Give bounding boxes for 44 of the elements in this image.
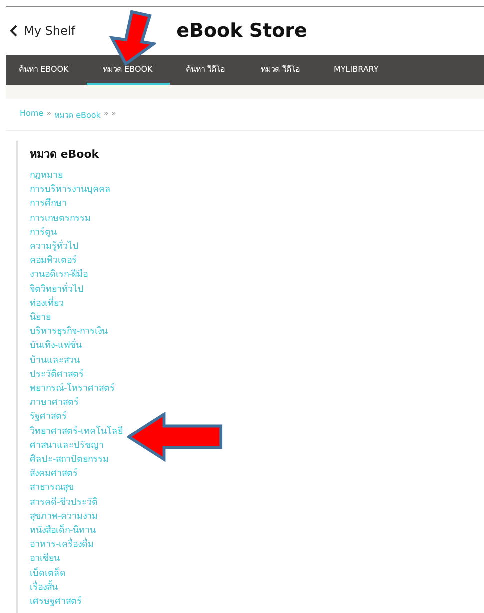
back-link[interactable]: My Shelf (10, 24, 76, 38)
category-link[interactable]: เรื่องสั้น (30, 580, 58, 596)
category-link[interactable]: คอมพิวเตอร์ (30, 254, 77, 268)
category-link[interactable]: ความรู้ทั่วไป (30, 240, 79, 254)
category-link[interactable]: ประวัติศาสตร์ (30, 368, 84, 382)
category-link[interactable]: การบริหารงานบุคคล (30, 183, 111, 198)
breadcrumb-separator: » » (104, 109, 116, 120)
category-link[interactable]: การ์ตูน (30, 226, 57, 240)
nav-tab[interactable]: MYLIBRARY (318, 55, 408, 85)
category-link[interactable]: บันเทิง-แฟชั่น (30, 339, 82, 354)
category-link[interactable]: ท่องเที่ยว (30, 296, 64, 312)
page-title: eBook Store (176, 20, 308, 42)
panel-heading: หมวด eBook (30, 147, 100, 163)
breadcrumb-separator: » (46, 109, 52, 120)
category-link[interactable]: จิตวิทยาทั่วไป (30, 282, 84, 297)
category-link[interactable]: ศิลปะ-สถาปัตยกรรม (30, 453, 110, 468)
breadcrumb-link[interactable]: Home (20, 109, 44, 122)
breadcrumb-link[interactable]: หมวด eBook (54, 109, 101, 122)
category-link[interactable]: สาธารณสุข (30, 481, 74, 496)
category-link[interactable]: สังคมศาสตร์ (30, 467, 78, 482)
chevron-left-icon (10, 25, 18, 37)
category-link[interactable]: รัฐศาสตร์ (30, 410, 67, 425)
arrow-icon (127, 412, 225, 462)
category-link[interactable]: บริหารธุรกิจ-การเงิน (30, 325, 108, 340)
category-link[interactable]: เศรษฐศาสตร์ (30, 595, 82, 610)
category-link[interactable]: อาเซียน (30, 552, 60, 567)
category-link[interactable]: อาหาร-เครื่องดื่ม (30, 538, 94, 552)
nav-tab[interactable]: ค้นหา วีดีโอ (170, 55, 245, 85)
category-link[interactable]: กฎหมาย (30, 169, 63, 184)
category-link[interactable]: นิยาย (30, 311, 51, 326)
category-link[interactable]: สุขภาพ-ความงาม (30, 510, 98, 524)
category-link[interactable]: ภาษาศาสตร์ (30, 396, 79, 410)
nav-tab[interactable]: ค้นหา EBOOK (6, 55, 87, 85)
category-link[interactable]: พยากรณ์-โหราศาสตร์ (30, 382, 116, 396)
category-link[interactable]: งานอดิเรก-ฝีมือ (30, 268, 88, 283)
category-link[interactable]: ศาสนาและปรัชญา (30, 438, 104, 454)
category-link[interactable]: การเกษตรกรรม (30, 212, 91, 226)
category-link[interactable]: การศึกษา (30, 197, 67, 212)
category-link[interactable]: วิทยาศาสตร์-เทคโนโลยี (30, 424, 124, 439)
category-link[interactable]: หนังสือเด็ก-นิทาน (30, 524, 96, 538)
category-link[interactable]: เบ็ดเตล็ด (30, 566, 66, 581)
nav-tab[interactable]: หมวด วีดีโอ (245, 55, 318, 85)
category-link[interactable]: บ้านและสวน (30, 354, 80, 368)
category-link[interactable]: สารคดี-ชีวประวัติ (30, 496, 98, 510)
